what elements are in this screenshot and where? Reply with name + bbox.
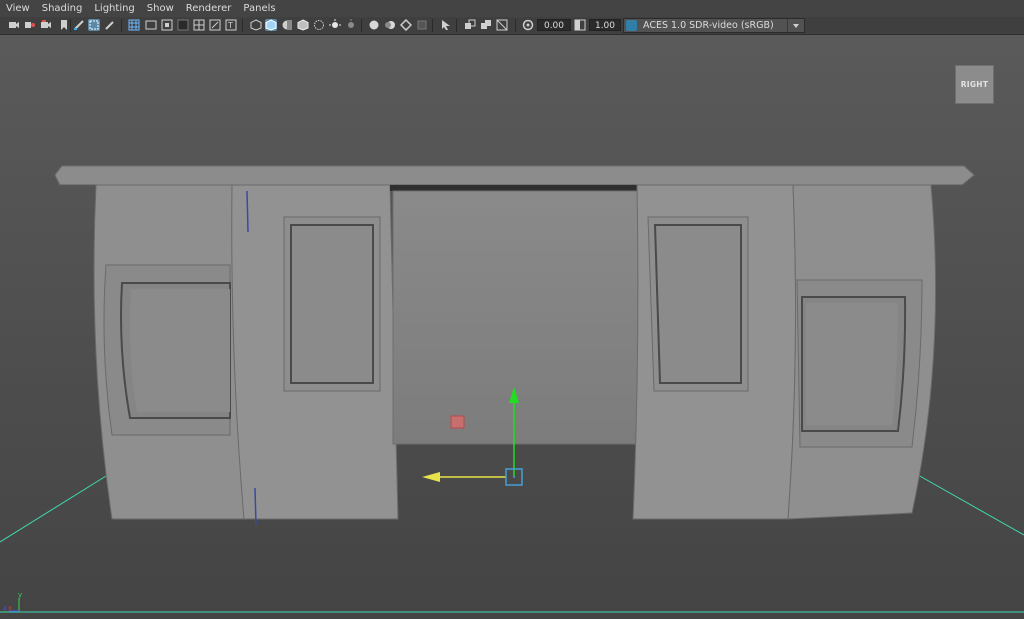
svg-text:T: T bbox=[227, 21, 233, 30]
camera-attributes-icon[interactable] bbox=[24, 19, 36, 31]
left-outer-panel bbox=[93, 184, 246, 520]
menu-show[interactable]: Show bbox=[141, 0, 180, 17]
3d-viewport[interactable]: RIGHT y x z bbox=[0, 35, 1024, 619]
toolbar-separator bbox=[242, 19, 243, 32]
right-inner-panel bbox=[632, 184, 797, 520]
chevron-down-icon bbox=[787, 19, 804, 32]
image-plane-icon[interactable] bbox=[58, 19, 70, 31]
isolate-select-icon[interactable] bbox=[440, 19, 452, 31]
exposure-icon[interactable] bbox=[522, 19, 534, 31]
xray-joints-icon[interactable] bbox=[464, 19, 476, 31]
wireframe-icon[interactable] bbox=[250, 19, 262, 31]
safe-title-icon[interactable]: T bbox=[225, 19, 237, 31]
axis-label-y: y bbox=[18, 591, 23, 599]
toolbar-separator bbox=[515, 19, 516, 32]
viewcube-right[interactable]: RIGHT bbox=[955, 65, 994, 104]
color-management-label: ACES 1.0 SDR-video (sRGB) bbox=[643, 20, 774, 31]
lights-icon[interactable] bbox=[329, 19, 341, 31]
pivot-marker[interactable] bbox=[450, 415, 465, 429]
default-material-icon[interactable] bbox=[281, 19, 293, 31]
toolbar-separator bbox=[432, 19, 433, 32]
backface-icon[interactable] bbox=[496, 19, 508, 31]
gamma-field[interactable]: 1.00 bbox=[589, 19, 621, 31]
color-management-icon bbox=[626, 20, 637, 31]
film-gate-icon[interactable] bbox=[145, 19, 157, 31]
grease-pencil-icon[interactable] bbox=[73, 19, 85, 31]
axis-label-x: x bbox=[8, 604, 13, 612]
toolbar-separator bbox=[121, 19, 122, 32]
camera-select-icon[interactable] bbox=[8, 19, 20, 31]
maya-viewport-panel: View Shading Lighting Show Renderer Pane… bbox=[0, 0, 1024, 619]
scene-render bbox=[0, 35, 1024, 619]
xray-active-icon[interactable] bbox=[480, 19, 492, 31]
grease-pencil-icon[interactable] bbox=[104, 19, 116, 31]
field-chart-icon[interactable] bbox=[193, 19, 205, 31]
panel-menubar: View Shading Lighting Show Renderer Pane… bbox=[0, 0, 1024, 17]
safe-action-icon[interactable] bbox=[209, 19, 221, 31]
menu-shading[interactable]: Shading bbox=[36, 0, 89, 17]
menu-view[interactable]: View bbox=[0, 0, 36, 17]
color-management-select[interactable]: ACES 1.0 SDR-video (sRGB) bbox=[623, 18, 805, 33]
top-slab bbox=[54, 165, 975, 186]
right-outer-panel bbox=[787, 184, 937, 520]
gamma-icon[interactable] bbox=[574, 19, 586, 31]
bookmark-icon[interactable] bbox=[40, 19, 52, 31]
toolbar-separator bbox=[361, 19, 362, 32]
toolbar-separator bbox=[456, 19, 457, 32]
gate-mask-icon[interactable] bbox=[177, 19, 189, 31]
resolution-gate-icon[interactable] bbox=[161, 19, 173, 31]
2d-pan-zoom-icon[interactable] bbox=[88, 19, 100, 31]
axis-label-z: z bbox=[3, 604, 7, 612]
anti-aliasing-icon[interactable] bbox=[400, 19, 412, 31]
smooth-shade-icon[interactable] bbox=[265, 19, 277, 31]
wireframe-on-shaded-icon[interactable] bbox=[297, 19, 309, 31]
menu-panels[interactable]: Panels bbox=[237, 0, 281, 17]
ambient-occlusion-icon[interactable] bbox=[368, 19, 380, 31]
shadows-icon[interactable] bbox=[345, 19, 357, 31]
exposure-field[interactable]: 0.00 bbox=[537, 19, 571, 31]
panel-toolbar: T 0.00 1.00 ACES 1.0 SDR-video (sRGB) bbox=[0, 17, 1024, 35]
depth-of-field-icon[interactable] bbox=[416, 19, 428, 31]
toolbar-separator bbox=[70, 19, 71, 32]
motion-blur-icon[interactable] bbox=[384, 19, 396, 31]
menu-lighting[interactable]: Lighting bbox=[88, 0, 140, 17]
menu-renderer[interactable]: Renderer bbox=[180, 0, 238, 17]
left-inner-panel bbox=[231, 184, 399, 526]
xray-icon[interactable] bbox=[313, 19, 325, 31]
grid-icon[interactable] bbox=[128, 19, 140, 31]
